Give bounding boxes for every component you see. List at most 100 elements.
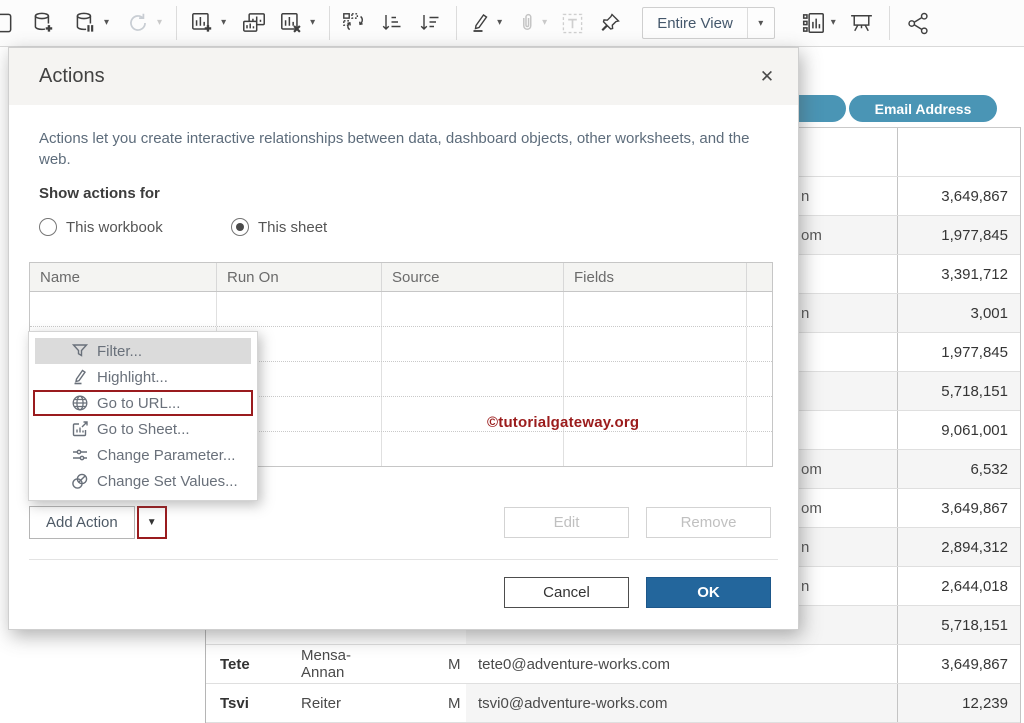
value-text: 2,894,312 — [941, 539, 1008, 556]
cell-value[interactable]: 3,391,712 — [898, 255, 1020, 293]
cell-value[interactable]: 9,061,001 — [898, 411, 1020, 449]
go-to-sheet-icon — [71, 420, 89, 438]
sort-ascending-icon[interactable] — [380, 10, 404, 36]
share-icon[interactable] — [906, 11, 931, 36]
new-worksheet-icon[interactable] — [189, 10, 215, 36]
row-shelf-pill-email-address[interactable]: Email Address — [849, 95, 997, 122]
menu-item-change-set-values[interactable]: Change Set Values... — [35, 468, 251, 494]
first-name-text: Tsvi — [220, 695, 249, 712]
fit-selector[interactable]: Entire View ▾ — [642, 7, 775, 39]
value-text: 3,649,867 — [941, 500, 1008, 517]
value-text: 3,001 — [970, 305, 1008, 322]
value-text: 5,718,151 — [941, 383, 1008, 400]
radio-label[interactable]: This workbook — [66, 219, 163, 236]
add-action-button[interactable]: Add Action — [29, 506, 135, 539]
cell-value[interactable]: 12,239 — [898, 684, 1020, 722]
cell-last[interactable]: Reiter — [301, 684, 393, 722]
cell-email[interactable]: tsvi0@adventure-works.com — [466, 684, 898, 722]
cell-value[interactable]: 1,977,845 — [898, 333, 1020, 371]
toolbar-separator — [176, 6, 177, 40]
refresh-caret-icon[interactable]: ▾ — [157, 18, 162, 28]
value-text: 5,718,151 — [941, 617, 1008, 634]
pause-updates-caret-icon[interactable]: ▾ — [104, 18, 109, 28]
cancel-button[interactable]: Cancel — [504, 577, 629, 608]
cell-mi[interactable]: M — [393, 645, 466, 683]
highlight-caret-icon[interactable]: ▾ — [497, 18, 502, 28]
paperclip-icon[interactable] — [516, 10, 538, 36]
radio-this-workbook[interactable]: This workbook — [39, 218, 163, 236]
fix-axes-pin-icon[interactable] — [598, 11, 622, 35]
cell-first[interactable]: Tsvi — [206, 684, 301, 722]
radio-unselected-icon[interactable] — [39, 218, 57, 236]
menu-item-highlight[interactable]: Highlight... — [35, 364, 251, 390]
show-me-caret-icon[interactable]: ▾ — [831, 18, 836, 28]
cell-first[interactable]: Tete — [206, 645, 301, 683]
table-row[interactable]: TeteMensa-AnnanMtete0@adventure-works.co… — [206, 645, 1020, 684]
show-actions-for-label: Show actions for — [39, 185, 160, 202]
value-text: 12,239 — [962, 695, 1008, 712]
duplicate-sheet-icon[interactable] — [240, 10, 268, 36]
dialog-divider — [29, 559, 778, 560]
paperclip-caret-icon[interactable]: ▾ — [542, 18, 547, 28]
cell-value[interactable]: 6,532 — [898, 450, 1020, 488]
presentation-mode-icon[interactable] — [848, 10, 875, 36]
col-run-on: Run On — [217, 263, 382, 291]
swap-rows-columns-icon[interactable] — [340, 10, 366, 36]
remove-button[interactable]: Remove — [646, 507, 771, 538]
radio-selected-icon[interactable] — [231, 218, 249, 236]
save-partial-icon[interactable] — [0, 10, 16, 36]
add-action-split-button: Add Action ▼ — [29, 506, 167, 539]
radio-this-sheet[interactable]: This sheet — [231, 218, 327, 236]
cell-value[interactable]: 5,718,151 — [898, 372, 1020, 410]
cell-value[interactable]: 2,894,312 — [898, 528, 1020, 566]
email-text: tete0@adventure-works.com — [478, 656, 670, 673]
new-worksheet-caret-icon[interactable]: ▾ — [221, 18, 226, 28]
empty-action-row[interactable] — [30, 292, 772, 327]
cell-email[interactable]: tete0@adventure-works.com — [466, 645, 898, 683]
text-label-icon[interactable] — [561, 12, 584, 35]
col-name: Name — [30, 263, 217, 291]
show-me-icon[interactable] — [801, 10, 827, 36]
menu-item-label: Change Set Values... — [97, 473, 238, 490]
cell-last[interactable]: Mensa-Annan — [301, 645, 393, 683]
clear-sheet-caret-icon[interactable]: ▾ — [310, 18, 315, 28]
watermark: ©tutorialgateway.org — [487, 414, 639, 431]
menu-item-label: Go to URL... — [97, 395, 180, 412]
menu-item-label: Change Parameter... — [97, 447, 235, 464]
toolbar-separator — [329, 6, 330, 40]
cell-value[interactable]: 3,649,867 — [898, 489, 1020, 527]
menu-item-filter[interactable]: Filter... — [35, 338, 251, 364]
cell-mi[interactable]: M — [393, 684, 466, 722]
value-text: 1,977,845 — [941, 344, 1008, 361]
clear-sheet-icon[interactable] — [278, 10, 304, 36]
close-icon[interactable]: ✕ — [754, 64, 780, 90]
sort-descending-icon[interactable] — [418, 10, 442, 36]
actions-table-header: Name Run On Source Fields — [30, 263, 772, 292]
dialog-description: Actions let you create interactive relat… — [39, 128, 774, 170]
edit-button[interactable]: Edit — [504, 507, 629, 538]
cell-value[interactable]: 3,649,867 — [898, 645, 1020, 683]
ok-button[interactable]: OK — [646, 577, 771, 608]
cell-value[interactable]: 2,644,018 — [898, 567, 1020, 605]
cell-value[interactable]: 1,977,845 — [898, 216, 1020, 254]
table-row[interactable]: Tsvi ReiterMtsvi0@adventure-works.com 12,2… — [206, 684, 1020, 723]
menu-item-label: Filter... — [97, 343, 142, 360]
add-data-source-icon[interactable] — [30, 10, 56, 36]
refresh-icon[interactable] — [125, 10, 151, 36]
cell-value[interactable]: 5,718,151 — [898, 606, 1020, 644]
last-name-text: Mensa-Annan — [301, 647, 393, 681]
fit-selector-caret-icon[interactable]: ▾ — [747, 8, 774, 38]
cell-value[interactable]: 3,001 — [898, 294, 1020, 332]
highlight-pen-icon[interactable] — [469, 10, 493, 36]
pause-updates-icon[interactable] — [72, 10, 98, 36]
col-source: Source — [382, 263, 564, 291]
menu-item-change-parameter[interactable]: Change Parameter... — [35, 442, 251, 468]
menu-item-go-to-sheet[interactable]: Go to Sheet... — [35, 416, 251, 442]
menu-item-go-to-url[interactable]: Go to URL... — [33, 390, 253, 416]
value-text: 2,644,018 — [941, 578, 1008, 595]
radio-label[interactable]: This sheet — [258, 219, 327, 236]
value-text: 1,977,845 — [941, 227, 1008, 244]
add-action-caret-icon[interactable]: ▼ — [137, 506, 167, 539]
cell-value[interactable]: 3,649,867 — [898, 177, 1020, 215]
value-text: 3,649,867 — [941, 188, 1008, 205]
